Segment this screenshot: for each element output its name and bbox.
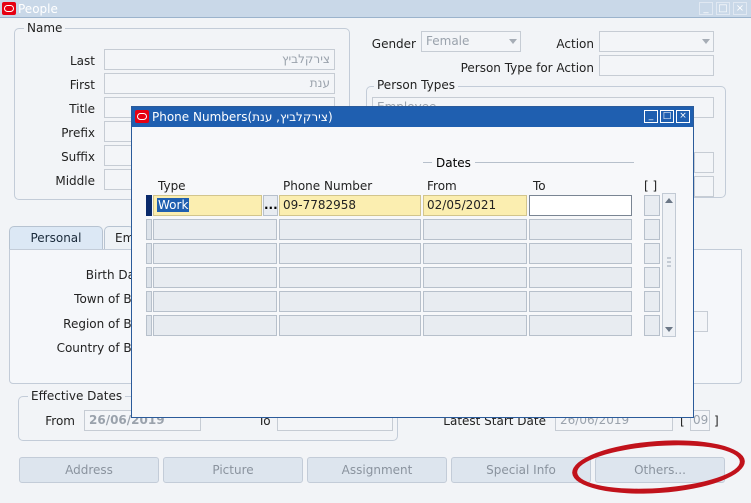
chevron-down-icon [509, 39, 517, 44]
type-cell[interactable] [153, 315, 277, 336]
last-label: Last [70, 54, 95, 68]
rows-scrollbar[interactable] [662, 193, 676, 337]
person-types-title: Person Types [374, 78, 458, 92]
effective-dates-title: Effective Dates [28, 389, 126, 403]
oracle-logo-icon [135, 110, 149, 123]
address-button[interactable]: Address [19, 457, 159, 483]
phone-number-cell[interactable] [279, 267, 421, 288]
row-indicator[interactable] [146, 267, 152, 288]
people-title-bar: People _ □ × [0, 0, 751, 18]
bracket-close: ] [714, 414, 719, 428]
col-flex: [ ] [644, 179, 658, 193]
col-to: To [533, 179, 546, 193]
oracle-logo-icon [2, 2, 16, 15]
maximize-icon[interactable]: □ [716, 2, 730, 15]
to-cell[interactable] [529, 195, 632, 216]
action-select[interactable] [599, 31, 714, 52]
from-cell[interactable] [423, 267, 527, 288]
phone-number-cell[interactable]: 09-7782958 [279, 195, 421, 216]
col-phone-number: Phone Number [283, 179, 373, 193]
action-label: Action [556, 37, 594, 51]
country-of-birth-label: Country of Bi [56, 341, 135, 355]
suffix-field[interactable] [104, 145, 134, 166]
flex-cell[interactable] [644, 195, 660, 216]
gender-value: Female [426, 34, 470, 48]
from-cell[interactable] [423, 291, 527, 312]
first-name-field[interactable]: ענת [104, 73, 335, 94]
from-cell[interactable]: 02/05/2021 [423, 195, 527, 216]
prefix-label: Prefix [61, 126, 95, 140]
to-cell[interactable] [529, 219, 632, 240]
tab-employment[interactable]: Em [104, 226, 134, 250]
type-cell[interactable]: Work [153, 195, 262, 216]
name-group-title: Name [24, 21, 66, 35]
type-value: Work [157, 198, 190, 212]
lov-button[interactable]: ... [263, 195, 278, 216]
to-cell[interactable] [529, 291, 632, 312]
person-types-side-field-1[interactable] [694, 152, 714, 173]
suffix-label: Suffix [61, 150, 95, 164]
from-cell[interactable] [423, 243, 527, 264]
phone-number-cell[interactable] [279, 315, 421, 336]
phone-numbers-title: Phone Numbers(צירקלביץ, ענת) [152, 110, 333, 124]
middle-field[interactable] [104, 169, 134, 190]
type-cell[interactable] [153, 267, 277, 288]
row-indicator[interactable] [146, 315, 152, 336]
to-cell[interactable] [529, 315, 632, 336]
minimize-icon[interactable]: _ [699, 2, 713, 15]
phone-number-cell[interactable] [279, 219, 421, 240]
row-indicator[interactable] [146, 195, 152, 216]
from-cell[interactable] [423, 315, 527, 336]
last-name-field[interactable]: צירקלביץ [104, 49, 335, 70]
special-info-button[interactable]: Special Info [451, 457, 591, 483]
first-label: First [69, 78, 95, 92]
tab-personal[interactable]: Personal [9, 226, 103, 250]
type-cell[interactable] [153, 219, 277, 240]
personal-side-field[interactable] [692, 311, 708, 332]
col-from: From [427, 179, 457, 193]
phone-number-cell[interactable] [279, 243, 421, 264]
title-label: Title [69, 102, 95, 116]
gender-select[interactable]: Female [421, 31, 521, 52]
row-indicator[interactable] [146, 219, 152, 240]
to-cell[interactable] [529, 267, 632, 288]
col-type: Type [158, 179, 186, 193]
window-title: People [18, 2, 58, 16]
row-indicator[interactable] [146, 291, 152, 312]
middle-label: Middle [55, 174, 95, 188]
birth-date-label: Birth Da [85, 268, 135, 282]
prefix-field[interactable] [104, 121, 134, 142]
person-type-for-action-label: Person Type for Action [460, 61, 594, 75]
close-icon[interactable]: × [733, 2, 747, 15]
person-types-side-field-2[interactable] [694, 176, 714, 197]
dates-header: Dates [432, 156, 475, 170]
phone-number-cell[interactable] [279, 291, 421, 312]
minimize-icon[interactable]: _ [644, 110, 658, 123]
scrollbar-arrows-icon [665, 198, 673, 332]
close-icon[interactable]: × [676, 110, 690, 123]
from-label: From [45, 414, 75, 428]
picture-button[interactable]: Picture [163, 457, 303, 483]
town-of-birth-label: Town of Bi [74, 292, 135, 306]
flex-cell[interactable] [644, 291, 660, 312]
flex-cell[interactable] [644, 243, 660, 264]
flex-cell[interactable] [644, 267, 660, 288]
from-cell[interactable] [423, 219, 527, 240]
phone-numbers-title-bar: Phone Numbers(צירקלביץ, ענת) _ □ × [132, 107, 693, 127]
person-type-for-action-field[interactable] [599, 55, 714, 76]
row-indicator[interactable] [146, 243, 152, 264]
region-of-birth-label: Region of Bi [63, 317, 135, 331]
flex-cell[interactable] [644, 315, 660, 336]
maximize-icon[interactable]: □ [660, 110, 674, 123]
assignment-button[interactable]: Assignment [307, 457, 447, 483]
gender-label: Gender [371, 37, 416, 51]
type-cell[interactable] [153, 243, 277, 264]
to-cell[interactable] [529, 243, 632, 264]
chevron-down-icon [702, 39, 710, 44]
type-cell[interactable] [153, 291, 277, 312]
flex-cell[interactable] [644, 219, 660, 240]
